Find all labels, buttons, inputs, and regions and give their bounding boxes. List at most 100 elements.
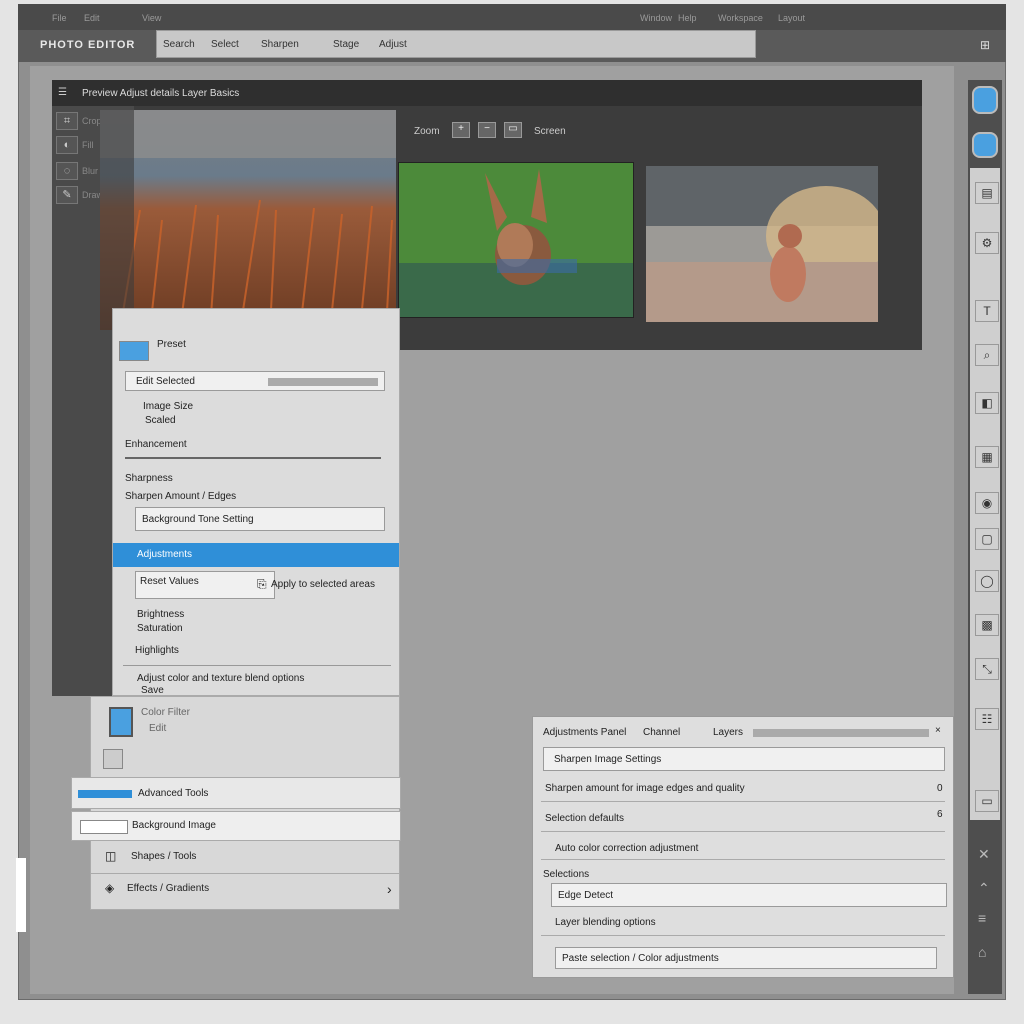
frame-icon[interactable]: ▢ (975, 528, 999, 550)
size-label: Image Size (143, 401, 194, 412)
transform-icon[interactable]: ⤡ (975, 658, 999, 680)
highlight-item-text: Adjustments (137, 549, 193, 560)
selected-field-bar (268, 378, 378, 386)
edge-marker (16, 858, 26, 932)
menu-help[interactable]: Help (678, 13, 697, 23)
background-image-text: Background Image (132, 820, 216, 831)
paste-field[interactable]: Paste selection / Color adjustments (555, 947, 937, 969)
blur-icon[interactable]: ◌ (56, 162, 78, 180)
home-icon[interactable]: ⌂ (978, 944, 986, 960)
row-divider-2 (541, 831, 945, 832)
item-advanced-tools[interactable]: Advanced Tools (71, 777, 401, 809)
thumb-sub: Edit (149, 723, 167, 734)
advanced-tools-text: Advanced Tools (138, 788, 209, 799)
menu-workspace[interactable]: Workspace (718, 13, 763, 23)
section-selections: Selections (543, 869, 590, 880)
mask-icon[interactable]: ◉ (975, 492, 999, 514)
edge-field[interactable]: Edge Detect (551, 883, 947, 907)
sub-highlights[interactable]: Highlights (135, 645, 179, 656)
preset-swatch[interactable] (119, 341, 149, 361)
search-token-4: Stage (333, 39, 360, 50)
enhancement-divider (125, 457, 381, 459)
adjust-icon[interactable]: ◧ (975, 392, 999, 414)
tab-scrollbar[interactable] (753, 729, 929, 737)
tool-label-fill: Fill (82, 140, 94, 150)
panel-toggle-icon[interactable]: ▭ (975, 790, 999, 812)
search-token-3: Sharpen (261, 39, 299, 50)
item-shapes[interactable]: Shapes / Tools (131, 851, 196, 862)
selected-field[interactable]: Edit Selected (125, 371, 385, 391)
selected-field-text: Edit Selected (136, 376, 195, 387)
thumb-title: Color Filter (141, 707, 190, 718)
brush-icon[interactable] (972, 132, 998, 158)
history-icon[interactable] (103, 749, 123, 769)
tab-layers[interactable]: Layers (713, 727, 743, 738)
sub-saturation[interactable]: Saturation (137, 623, 183, 634)
fit-icon[interactable]: ▭ (504, 122, 522, 138)
link-icon[interactable]: ⎘ (257, 577, 267, 592)
row-divider-3 (541, 859, 945, 860)
foggy-river-donkey-photo[interactable] (646, 166, 878, 322)
window-controls-icon[interactable]: ⊞ (980, 38, 990, 52)
sub-brightness[interactable]: Brightness (137, 609, 184, 620)
zoom-out-icon[interactable]: − (478, 122, 496, 138)
advanced-tools-bar (78, 790, 132, 798)
adjust-hint: Apply to selected areas (271, 579, 375, 590)
section-sharpness: Sharpness (125, 473, 173, 484)
row-selection: Selection defaults (545, 813, 624, 824)
filter-icon[interactable]: ▦ (975, 446, 999, 468)
history-panel-icon[interactable]: ☷ (975, 708, 999, 730)
layers-icon[interactable] (972, 86, 998, 114)
donkey-in-water-photo[interactable] (398, 162, 634, 318)
tool-label-blur: Blur (82, 166, 99, 176)
text-icon[interactable]: T (975, 300, 999, 322)
zoom-label: Zoom (414, 126, 440, 137)
chevron-right-icon[interactable]: › (387, 881, 392, 897)
highlight-item[interactable]: Adjustments (113, 543, 399, 567)
item-background-image[interactable]: Background Image (71, 811, 401, 841)
draw-icon[interactable]: ✎ (56, 186, 78, 204)
reset-field[interactable]: Reset Values (135, 571, 275, 599)
row-sharpen: Sharpen amount for image edges and quali… (545, 783, 745, 794)
size-sub: Scaled (145, 415, 176, 426)
menu-icon[interactable]: ☰ (58, 87, 67, 98)
close-icon[interactable]: × (935, 725, 941, 736)
search-field[interactable]: Search Select Sharpen Stage Adjust (156, 30, 756, 58)
background-image-toggle[interactable] (80, 820, 128, 834)
circle-icon[interactable]: ◯ (975, 570, 999, 592)
tab-channel[interactable]: Channel (643, 727, 680, 738)
menu-view[interactable]: View (142, 13, 161, 23)
menu-window[interactable]: Window (640, 13, 672, 23)
menu-edit[interactable]: Edit (84, 13, 100, 23)
screen-label: Screen (534, 126, 566, 137)
crop-icon[interactable]: ⌗ (56, 112, 78, 130)
zoom-icon[interactable]: ⌕ (975, 344, 999, 366)
pin-icon[interactable]: ✕ (978, 846, 990, 863)
footer-sub[interactable]: Save (141, 685, 164, 696)
tone-field-text: Background Tone Setting (142, 514, 254, 525)
gradient-icon[interactable]: ◈ (105, 881, 114, 895)
sharpen-field[interactable]: Sharpen Image Settings (543, 747, 945, 771)
autumn-grass-photo[interactable] (100, 110, 396, 330)
eraser-icon[interactable]: ▤ (975, 182, 999, 204)
row-sharpen-value: 0 (937, 783, 943, 794)
color-filter-icon[interactable] (109, 707, 133, 737)
menu-layout[interactable]: Layout (778, 13, 805, 23)
list-icon[interactable]: ≡ (978, 910, 986, 926)
workspace-header-text: Preview Adjust details Layer Basics (82, 88, 240, 99)
search-token-1: Search (163, 39, 195, 50)
tab-adjustments[interactable]: Adjustments Panel (543, 727, 626, 738)
fill-icon[interactable]: ◐ (56, 136, 78, 154)
shape-icon[interactable]: ◫ (105, 849, 116, 863)
item-effects[interactable]: Effects / Gradients (127, 883, 209, 894)
menu-file[interactable]: File (52, 13, 67, 23)
toolbar: PHOTO EDITOR Search Select Sharpen Stage… (18, 30, 1006, 62)
arrow-up-icon[interactable]: ⌃ (978, 880, 990, 897)
settings-icon[interactable]: ⚙ (975, 232, 999, 254)
zoom-in-icon[interactable]: + (452, 122, 470, 138)
sharpness-desc: Sharpen Amount / Edges (125, 491, 237, 502)
tone-field[interactable]: Background Tone Setting (135, 507, 385, 531)
paste-field-text: Paste selection / Color adjustments (562, 953, 719, 964)
menu-bar: File Edit View Window Help Workspace Lay… (18, 4, 1006, 30)
grid-icon[interactable]: ▩ (975, 614, 999, 636)
